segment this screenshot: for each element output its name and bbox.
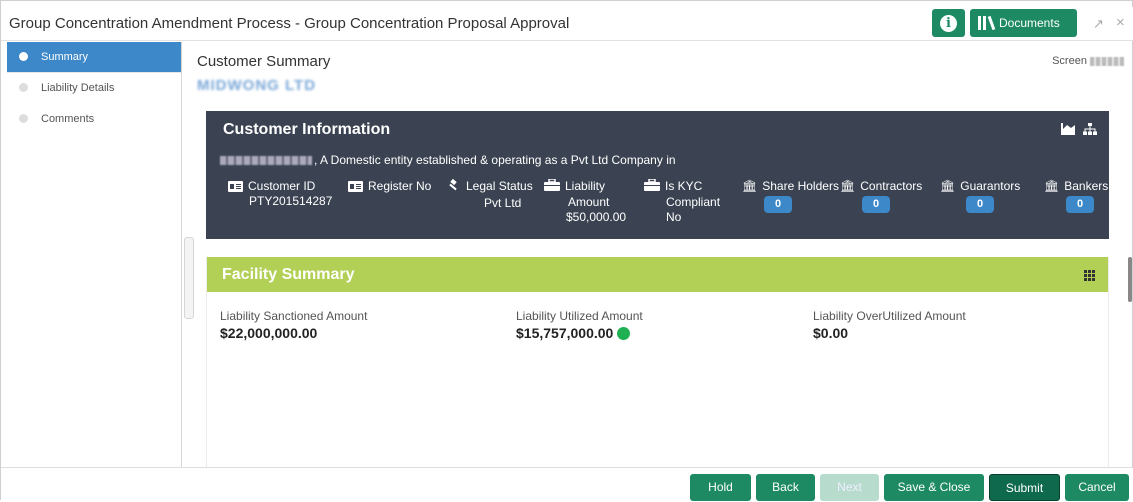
documents-label: Documents	[999, 16, 1060, 30]
status-dot-icon	[617, 326, 631, 340]
screen-label: Screen	[1052, 55, 1124, 67]
overutilized-amount-item: Liability OverUtilized Amount $0.00	[813, 309, 966, 341]
customer-name-redacted	[220, 156, 312, 166]
info-button[interactable]: i	[932, 9, 965, 37]
utilized-amount-item: Liability Utilized Amount $15,757,000.00	[516, 309, 643, 341]
briefcase-icon	[544, 178, 560, 195]
sidebar-item-comments[interactable]: Comments	[7, 104, 181, 135]
register-no-field: Register No	[348, 179, 431, 194]
books-icon	[978, 15, 996, 31]
screen-id-redacted	[1090, 56, 1124, 66]
gavel-icon	[447, 178, 461, 196]
save-close-button[interactable]: Save & Close	[884, 474, 984, 501]
bank-icon: 🏛	[840, 179, 856, 193]
documents-button[interactable]: Documents	[970, 9, 1077, 37]
submit-button[interactable]: Submit	[989, 474, 1060, 501]
guarantors-field: 🏛 Guarantors 0	[940, 179, 1020, 213]
step-dot-icon	[19, 83, 28, 92]
bank-icon: 🏛	[1044, 179, 1060, 193]
step-dot-icon	[19, 114, 28, 123]
kyc-field: Is KYC Compliant No	[644, 178, 720, 225]
contractors-field: 🏛 Contractors 0	[840, 179, 922, 213]
hierarchy-icon[interactable]	[1083, 123, 1097, 138]
chart-icon[interactable]	[1061, 123, 1075, 138]
briefcase-icon	[644, 178, 660, 195]
action-footer: Hold Back Next Save & Close Submit Cance…	[1, 467, 1133, 501]
grid-icon[interactable]	[1084, 270, 1095, 281]
page-title: Customer Summary	[197, 53, 331, 70]
id-card-icon	[228, 181, 243, 192]
window-title: Group Concentration Amendment Process - …	[9, 15, 570, 32]
share-holders-field: 🏛 Share Holders 0	[742, 179, 839, 213]
customer-description: , A Domestic entity established & operat…	[220, 153, 676, 167]
close-icon[interactable]: ×	[1116, 14, 1125, 31]
card-title: Customer Information	[223, 121, 391, 138]
back-button[interactable]: Back	[756, 474, 815, 501]
legal-status-field: Legal Status Pvt Ltd	[447, 178, 533, 211]
cancel-button[interactable]: Cancel	[1065, 474, 1129, 501]
sidebar-item-summary[interactable]: Summary	[7, 42, 181, 73]
facility-summary-card: Facility Summary Liability Sanctioned Am…	[206, 257, 1109, 467]
sidebar-item-label: Summary	[41, 51, 89, 63]
sidebar: Summary Liability Details Comments	[7, 42, 182, 467]
sidebar-splitter-handle[interactable]	[184, 237, 194, 319]
bankers-field: 🏛 Bankers 0	[1044, 179, 1108, 213]
step-dot-icon	[19, 52, 28, 61]
bank-icon: 🏛	[742, 179, 758, 193]
window-header: Group Concentration Amendment Process - …	[1, 7, 1133, 41]
sidebar-item-label: Liability Details	[41, 82, 115, 94]
sanctioned-amount-item: Liability Sanctioned Amount $22,000,000.…	[220, 309, 368, 341]
vertical-scrollbar[interactable]	[1128, 257, 1132, 302]
sidebar-item-label: Comments	[41, 113, 95, 125]
customer-information-card: Customer Information , A Domestic entity…	[206, 111, 1109, 239]
facility-summary-header: Facility Summary	[207, 257, 1108, 292]
customer-name: MIDWONG LTD	[197, 77, 317, 94]
guarantors-count-badge[interactable]: 0	[966, 196, 994, 213]
info-icon: i	[940, 14, 957, 32]
card-title: Facility Summary	[222, 266, 355, 283]
application-window: Group Concentration Amendment Process - …	[0, 0, 1133, 501]
bankers-count-badge[interactable]: 0	[1066, 196, 1094, 213]
next-button[interactable]: Next	[820, 474, 879, 501]
bank-icon: 🏛	[940, 179, 956, 193]
hold-button[interactable]: Hold	[690, 474, 751, 501]
contractors-count-badge[interactable]: 0	[862, 196, 890, 213]
customer-id-field: Customer ID PTY201514287	[228, 179, 332, 209]
liability-amount-field: Liability Amount $50,000.00	[544, 178, 626, 225]
minimize-icon[interactable]: ↗	[1093, 16, 1104, 32]
share-holders-count-badge[interactable]: 0	[764, 196, 792, 213]
sidebar-item-liability-details[interactable]: Liability Details	[7, 73, 181, 104]
id-card-icon	[348, 181, 363, 192]
